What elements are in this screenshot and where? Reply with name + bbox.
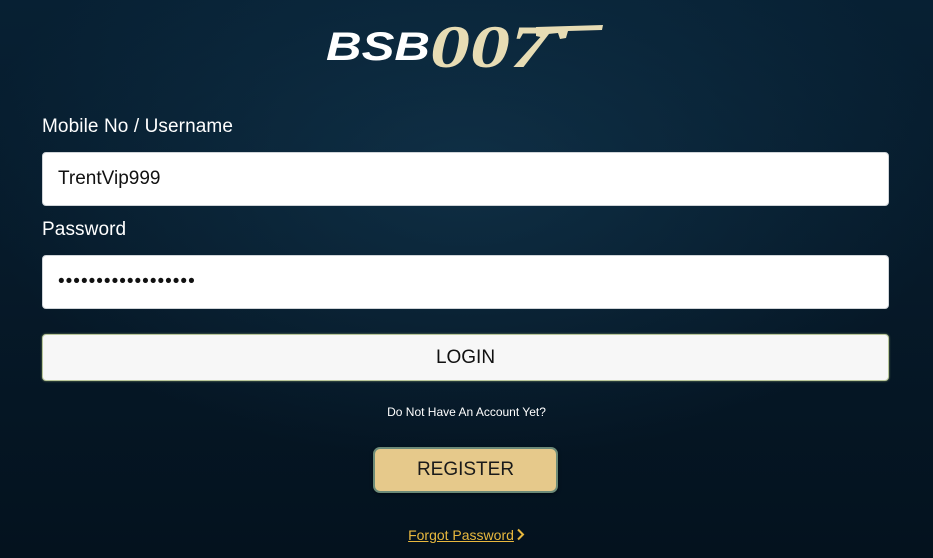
forgot-password-row: Forgot Password	[0, 527, 933, 544]
signup-prompt: Do Not Have An Account Yet?	[387, 405, 546, 419]
brand-logo: BSB 007	[322, 14, 612, 78]
chevron-right-icon	[516, 528, 525, 544]
forgot-password-label: Forgot Password	[408, 527, 514, 543]
login-button[interactable]: LOGIN	[42, 334, 889, 381]
logo-text-007: 007	[430, 14, 553, 78]
register-button[interactable]: REGISTER	[373, 447, 558, 493]
password-label: Password	[42, 219, 127, 240]
forgot-password-link[interactable]: Forgot Password	[408, 527, 525, 543]
username-input[interactable]	[42, 152, 889, 206]
logo-text-bsb: BSB	[326, 25, 430, 69]
password-input[interactable]	[42, 255, 889, 309]
username-label: Mobile No / Username	[42, 116, 234, 137]
